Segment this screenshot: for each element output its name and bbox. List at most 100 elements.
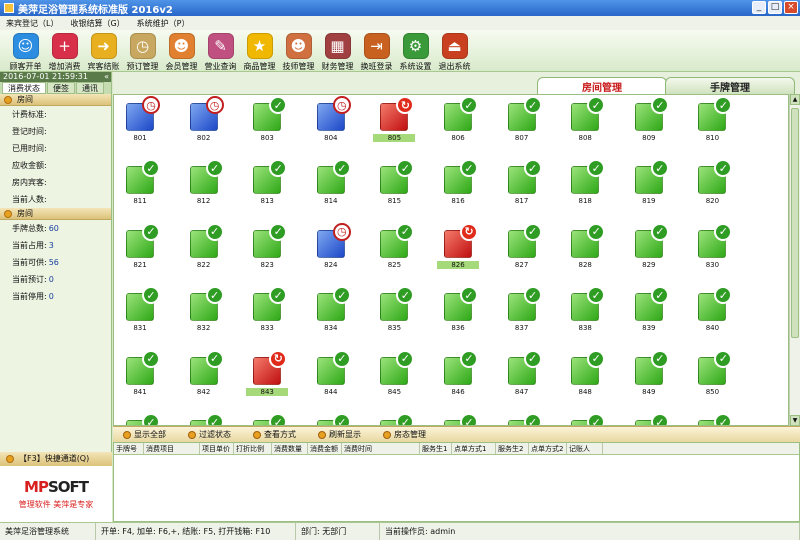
room-tile[interactable]: ✓ 816	[437, 158, 493, 216]
room-tile[interactable]: ✓ 845	[373, 349, 429, 407]
room-tile[interactable]: ✓	[691, 412, 747, 425]
column-header[interactable]: 点单方式1	[452, 443, 496, 454]
room-tile[interactable]: ◷ 801	[119, 95, 175, 153]
room-tile[interactable]: ✓ 848	[564, 349, 620, 407]
room-tile[interactable]: ↻ 805	[373, 95, 429, 153]
menu-checkin[interactable]: 来宾登记（L）	[6, 18, 58, 29]
room-tile[interactable]: ✓ 841	[119, 349, 175, 407]
room-tile[interactable]: ◷ 804	[310, 95, 366, 153]
room-tile[interactable]: ✓ 819	[628, 158, 684, 216]
column-header[interactable]: 消费数量	[272, 443, 308, 454]
room-tile[interactable]: ✓	[246, 412, 302, 425]
column-header[interactable]: 记账人	[567, 443, 603, 454]
room-tile[interactable]: ✓ 807	[501, 95, 557, 153]
room-grid-scrollbar[interactable]: ▲ ▼	[789, 94, 800, 426]
room-tile[interactable]: ✓ 821	[119, 222, 175, 280]
room-tile[interactable]: ✓ 829	[628, 222, 684, 280]
room-tile[interactable]: ✓ 809	[628, 95, 684, 153]
tab-wristband-management[interactable]: 手牌管理	[665, 77, 795, 94]
room-tile[interactable]: ✓ 814	[310, 158, 366, 216]
tab-notes[interactable]: 便签	[47, 82, 75, 94]
room-tile[interactable]: ✓ 811	[119, 158, 175, 216]
scroll-thumb[interactable]	[791, 108, 799, 338]
room-tile[interactable]: ↻ 843	[246, 349, 302, 407]
room-tile[interactable]: ✓ 838	[564, 285, 620, 343]
room-tile[interactable]: ✓	[119, 412, 175, 425]
toolbar-button-4[interactable]: ☻ 会员管理	[162, 30, 201, 72]
tab-consume-status[interactable]: 消费状态	[2, 82, 46, 94]
toolbar-button-7[interactable]: ☻ 技师管理	[279, 30, 318, 72]
column-header[interactable]: 打折比例	[234, 443, 272, 454]
action-button-0[interactable]: 显示全部	[123, 429, 166, 440]
room-tile[interactable]: ✓ 834	[310, 285, 366, 343]
room-tile[interactable]: ✓	[373, 412, 429, 425]
room-tile[interactable]: ✓	[628, 412, 684, 425]
quick-channel-bar[interactable]: 【F3】快捷通道(Q)	[0, 452, 112, 466]
close-button[interactable]: ×	[784, 1, 798, 14]
action-button-2[interactable]: 查看方式	[253, 429, 296, 440]
scroll-down-arrow[interactable]: ▼	[790, 415, 800, 426]
column-header[interactable]: 项目单价	[200, 443, 234, 454]
room-tile[interactable]: ✓ 825	[373, 222, 429, 280]
room-tile[interactable]: ◷ 824	[310, 222, 366, 280]
toolbar-button-0[interactable]: ☺ 顾客开单	[6, 30, 45, 72]
room-tile[interactable]: ✓ 832	[183, 285, 239, 343]
room-tile[interactable]: ✓ 835	[373, 285, 429, 343]
maximize-button[interactable]: □	[768, 1, 782, 14]
room-tile[interactable]: ✓ 813	[246, 158, 302, 216]
room-tile[interactable]: ✓ 839	[628, 285, 684, 343]
toolbar-button-1[interactable]: + 增加消费	[45, 30, 84, 72]
room-tile[interactable]: ✓ 822	[183, 222, 239, 280]
room-tile[interactable]: ✓ 850	[691, 349, 747, 407]
room-tile[interactable]: ✓ 828	[564, 222, 620, 280]
minimize-button[interactable]: _	[752, 1, 766, 14]
toolbar-button-6[interactable]: ★ 商品管理	[240, 30, 279, 72]
toolbar-button-8[interactable]: ▦ 财务管理	[318, 30, 357, 72]
room-tile[interactable]: ✓ 840	[691, 285, 747, 343]
toolbar-button-9[interactable]: ⇥ 换班登录	[357, 30, 396, 72]
room-tile[interactable]: ✓	[501, 412, 557, 425]
room-tile[interactable]: ✓	[183, 412, 239, 425]
column-header[interactable]: 服务生1	[420, 443, 452, 454]
room-tile[interactable]: ✓	[437, 412, 493, 425]
room-tile[interactable]: ✓ 833	[246, 285, 302, 343]
column-header[interactable]: 手牌号	[114, 443, 144, 454]
room-tile[interactable]: ✓ 823	[246, 222, 302, 280]
toolbar-button-3[interactable]: ◷ 预订管理	[123, 30, 162, 72]
room-tile[interactable]: ✓ 818	[564, 158, 620, 216]
room-tile[interactable]: ✓ 820	[691, 158, 747, 216]
room-tile[interactable]: ✓ 844	[310, 349, 366, 407]
column-header[interactable]: 消费时间	[342, 443, 420, 454]
toolbar-button-11[interactable]: ⏏ 退出系统	[435, 30, 474, 72]
room-tile[interactable]: ✓ 827	[501, 222, 557, 280]
room-tile[interactable]: ✓ 803	[246, 95, 302, 153]
room-tile[interactable]: ✓ 810	[691, 95, 747, 153]
room-tile[interactable]: ✓ 812	[183, 158, 239, 216]
column-header[interactable]: 点单方式2	[529, 443, 567, 454]
room-tile[interactable]: ✓ 806	[437, 95, 493, 153]
room-tile[interactable]: ✓ 849	[628, 349, 684, 407]
room-tile[interactable]: ✓ 815	[373, 158, 429, 216]
column-header[interactable]: 服务生2	[496, 443, 529, 454]
room-tile[interactable]: ✓ 837	[501, 285, 557, 343]
room-tile[interactable]: ✓ 831	[119, 285, 175, 343]
menu-checkout[interactable]: 收银结算（G）	[70, 18, 124, 29]
toolbar-button-5[interactable]: ✎ 营业查询	[201, 30, 240, 72]
column-header[interactable]: 消费金额	[308, 443, 342, 454]
menu-system[interactable]: 系统维护（P）	[137, 18, 190, 29]
tab-contacts[interactable]: 通讯	[76, 82, 104, 94]
action-button-4[interactable]: 房态管理	[383, 429, 426, 440]
room-section-header[interactable]: 房间	[0, 94, 111, 106]
room-tile[interactable]: ◷ 802	[183, 95, 239, 153]
room-tile[interactable]: ✓ 847	[501, 349, 557, 407]
room-tile[interactable]: ✓	[310, 412, 366, 425]
tab-room-management[interactable]: 房间管理	[537, 77, 667, 94]
room-tile[interactable]: ✓ 846	[437, 349, 493, 407]
scroll-up-arrow[interactable]: ▲	[790, 94, 800, 105]
room-tile[interactable]: ✓ 842	[183, 349, 239, 407]
room-tile[interactable]: ✓	[564, 412, 620, 425]
room-tile[interactable]: ↻ 826	[437, 222, 493, 280]
room-tile[interactable]: ✓ 830	[691, 222, 747, 280]
room-tile[interactable]: ✓ 836	[437, 285, 493, 343]
toolbar-button-2[interactable]: ➜ 宾客结账	[84, 30, 123, 72]
